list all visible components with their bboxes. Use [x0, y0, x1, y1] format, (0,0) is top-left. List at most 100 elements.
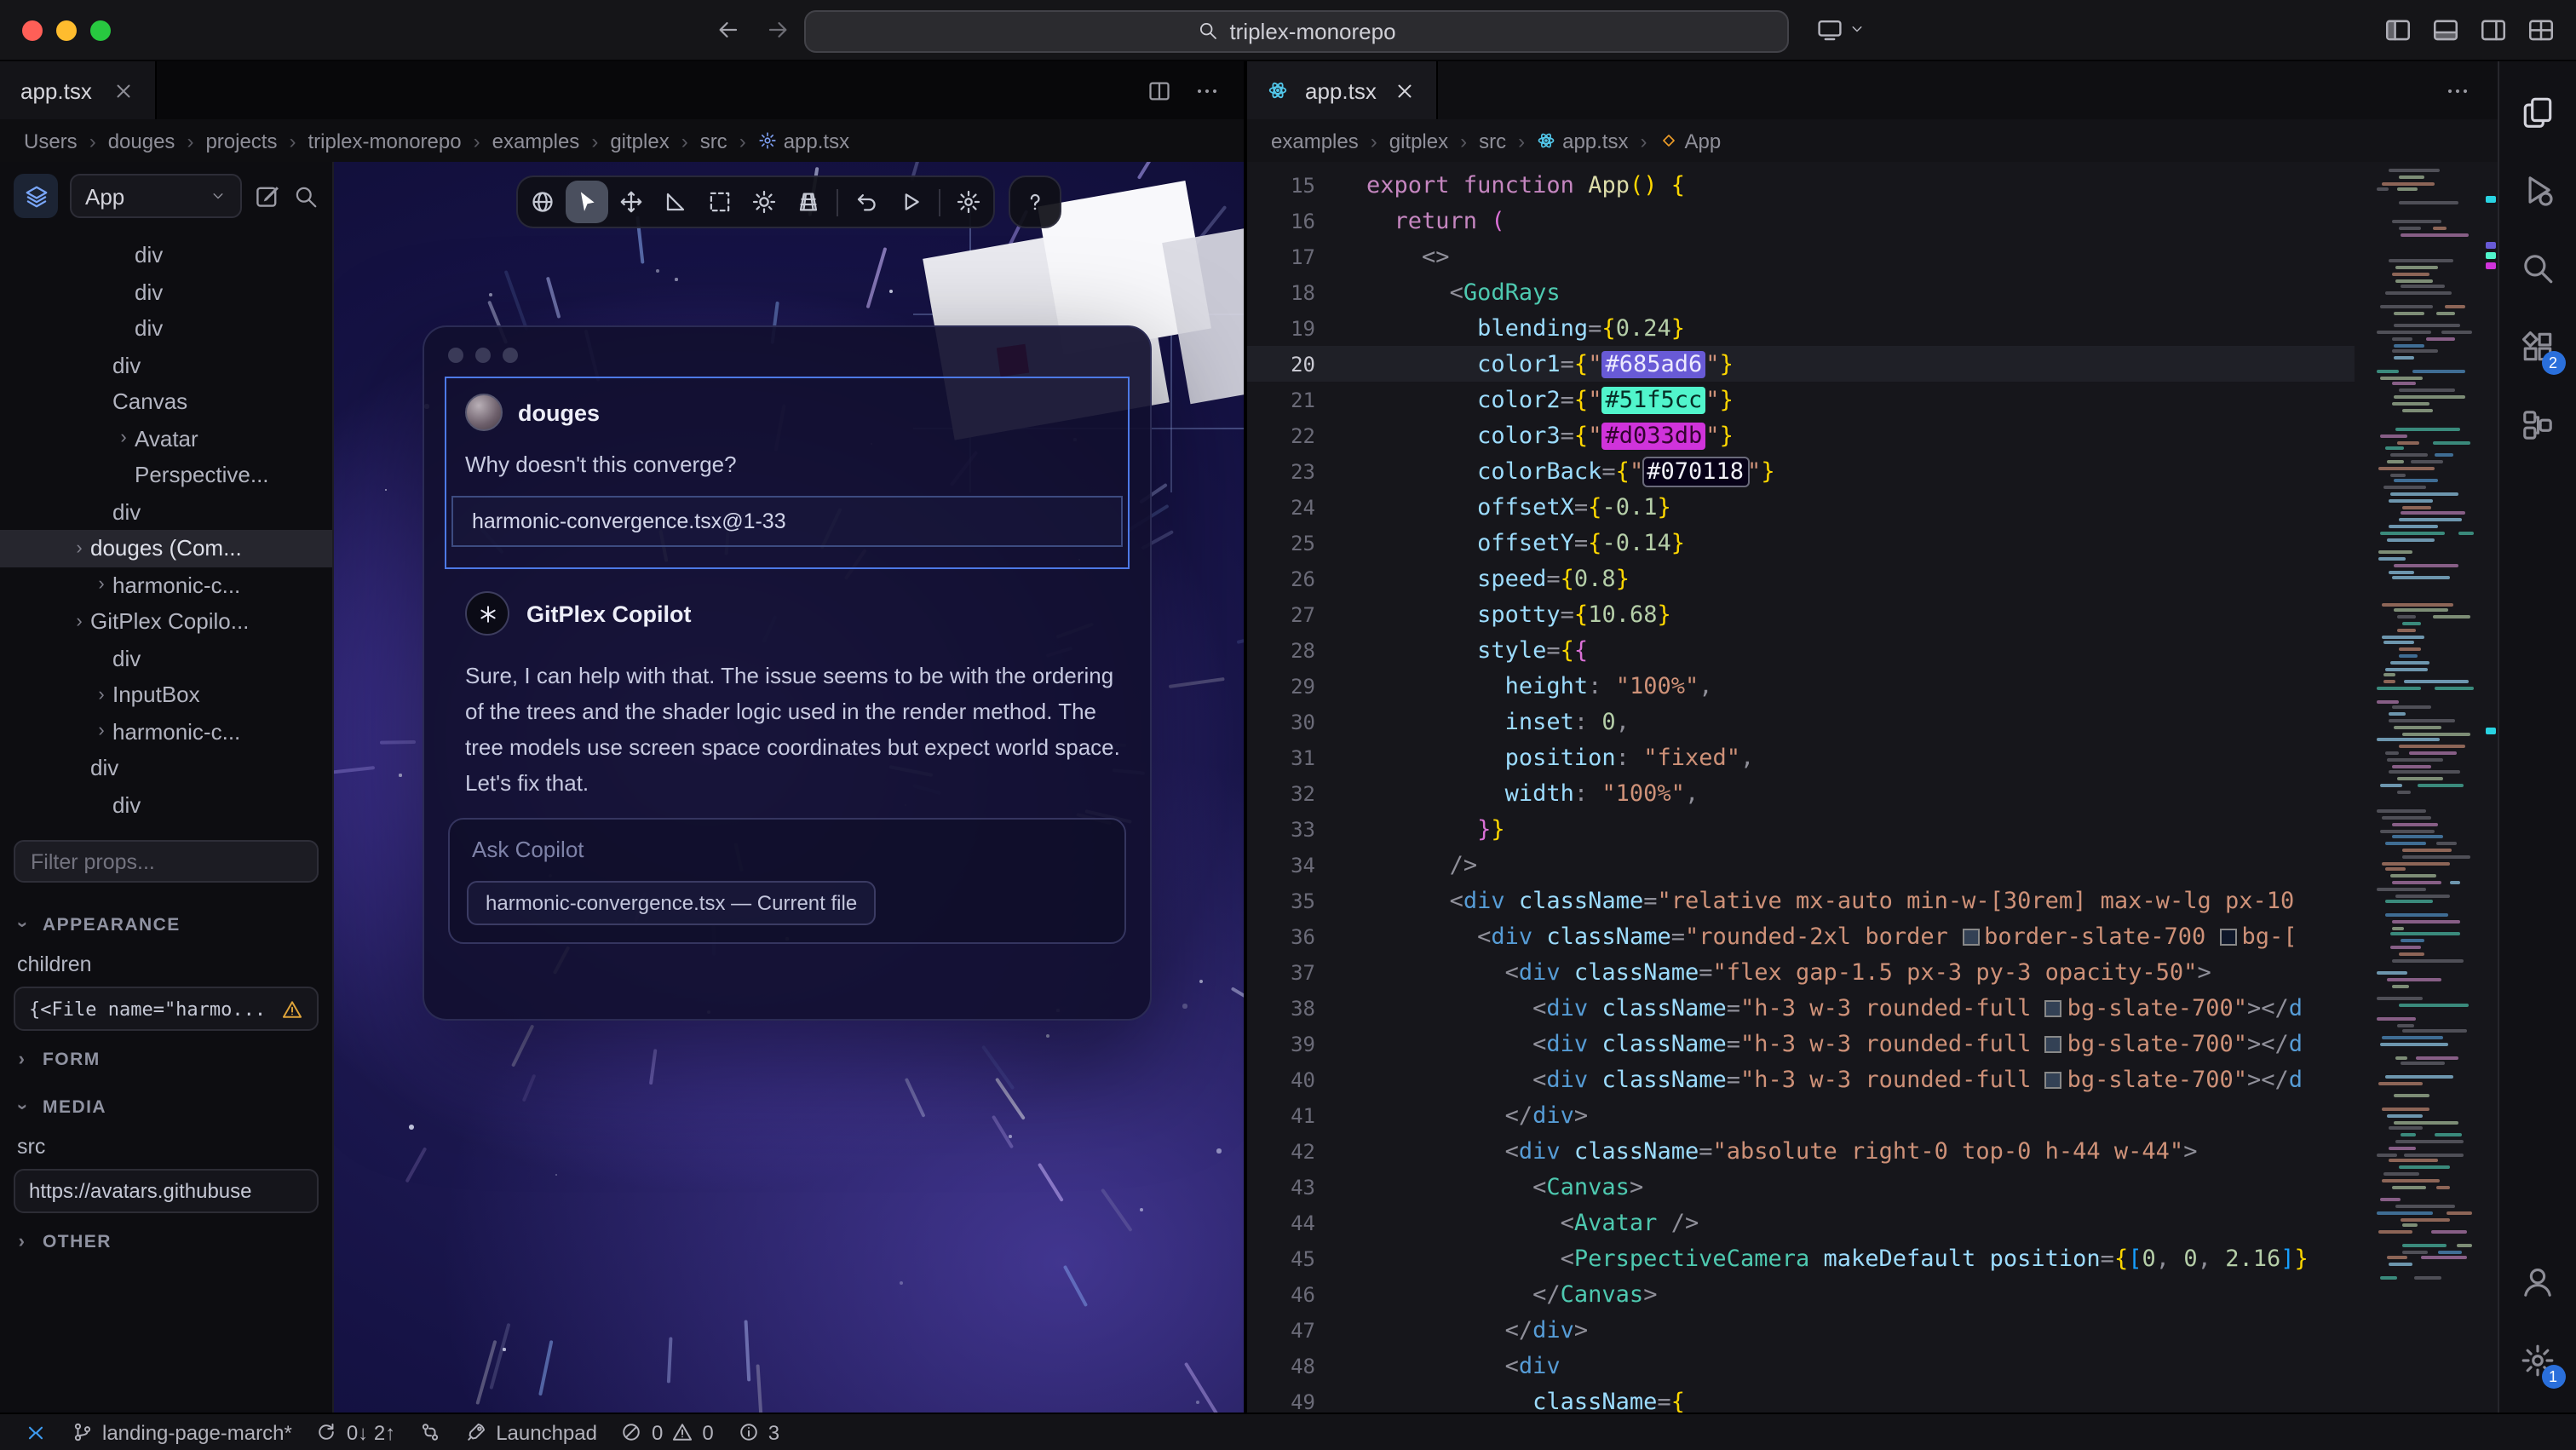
section-header-other[interactable]: ›OTHER	[14, 1220, 319, 1263]
tab-app-tsx[interactable]: app.tsx	[1247, 61, 1438, 119]
code-line-20[interactable]: 20 color1={"#685ad6"}	[1247, 346, 2355, 382]
light-tool-button[interactable]	[743, 181, 785, 223]
section-header-media[interactable]: ›MEDIA	[14, 1085, 319, 1128]
split-editor-icon[interactable]	[1147, 78, 1172, 103]
tree-item-div[interactable]: div	[0, 493, 332, 530]
section-header-appearance[interactable]: ›APPEARANCE	[14, 903, 319, 946]
code-line-17[interactable]: 17 <>	[1247, 239, 2355, 274]
tree-item-perspective-[interactable]: Perspective...	[0, 457, 332, 493]
copilot-input[interactable]: Ask Copilot harmonic-convergence.tsx — C…	[448, 818, 1126, 944]
code-line-43[interactable]: 43 <Canvas>	[1247, 1169, 2355, 1205]
references-activity-button[interactable]	[2500, 385, 2575, 463]
sync-indicator[interactable]: 0↓ 2↑	[306, 1414, 405, 1450]
breadcrumb-item[interactable]: triplex-monorepo	[308, 129, 462, 152]
tree-item-canvas[interactable]: Canvas	[0, 383, 332, 420]
breadcrumb-item[interactable]: examples	[1271, 129, 1359, 152]
tree-item-div[interactable]: div	[0, 786, 332, 823]
info-indicator[interactable]: 3	[727, 1414, 790, 1450]
compare-indicator[interactable]	[409, 1414, 451, 1450]
play-button[interactable]	[889, 181, 932, 223]
current-file-chip[interactable]: harmonic-convergence.tsx — Current file	[467, 881, 876, 925]
forward-icon[interactable]	[765, 17, 791, 43]
layers-button[interactable]	[14, 174, 58, 218]
section-header-form[interactable]: ›FORM	[14, 1038, 319, 1080]
code-line-24[interactable]: 24 offsetX={-0.1}	[1247, 489, 2355, 525]
toggle-panel-icon[interactable]	[2431, 15, 2460, 44]
close-icon[interactable]	[112, 79, 135, 101]
code-line-25[interactable]: 25 offsetY={-0.14}	[1247, 525, 2355, 561]
code-line-42[interactable]: 42 <div className="absolute right-0 top-…	[1247, 1133, 2355, 1169]
search-icon[interactable]	[293, 183, 319, 209]
code-editor[interactable]: 15export function App() {16 return (17 <…	[1247, 162, 2498, 1413]
cursor-tool-button[interactable]	[566, 181, 608, 223]
code-line-41[interactable]: 41 </div>	[1247, 1097, 2355, 1133]
tree-item-div[interactable]: div	[0, 640, 332, 676]
more-actions-icon[interactable]	[1194, 78, 1220, 103]
code-line-47[interactable]: 47 </div>	[1247, 1312, 2355, 1348]
more-actions-icon[interactable]	[2445, 78, 2470, 103]
code-line-49[interactable]: 49 className={	[1247, 1384, 2355, 1413]
code-line-31[interactable]: 31 position: "fixed",	[1247, 739, 2355, 775]
gear-button[interactable]	[947, 181, 990, 223]
tree-item-harmonic-c-[interactable]: ›harmonic-c...	[0, 567, 332, 603]
code-line-18[interactable]: 18 <GodRays	[1247, 274, 2355, 310]
code-line-45[interactable]: 45 <PerspectiveCamera makeDefault positi…	[1247, 1240, 2355, 1276]
breadcrumb-item[interactable]: src	[1479, 129, 1506, 152]
explorer-activity-button[interactable]	[2500, 72, 2575, 150]
breadcrumb-item[interactable]: gitplex	[610, 129, 669, 152]
code-line-44[interactable]: 44 <Avatar />	[1247, 1205, 2355, 1240]
code-line-39[interactable]: 39 <div className="h-3 w-3 rounded-full …	[1247, 1026, 2355, 1062]
toggle-primary-sidebar-icon[interactable]	[2383, 15, 2412, 44]
code-line-19[interactable]: 19 blending={0.24}	[1247, 310, 2355, 346]
scene-viewport[interactable]: douges Why doesn't this converge? harmon…	[334, 162, 1244, 1413]
tree-item-inputbox[interactable]: ›InputBox	[0, 676, 332, 713]
tree-item-douges-com-[interactable]: ›douges (Com...	[0, 530, 332, 567]
copilot-menu[interactable]	[1816, 15, 1866, 43]
tree-item-harmonic-c-[interactable]: ›harmonic-c...	[0, 713, 332, 750]
scene-select[interactable]: App	[70, 174, 242, 218]
scale-tool-button[interactable]	[654, 181, 697, 223]
tree-item-div[interactable]: div	[0, 273, 332, 310]
code-line-37[interactable]: 37 <div className="flex gap-1.5 px-3 py-…	[1247, 954, 2355, 990]
breadcrumb-item[interactable]: douges	[108, 129, 175, 152]
help-button[interactable]	[1014, 181, 1056, 223]
close-icon[interactable]	[1394, 79, 1416, 101]
breadcrumb-item[interactable]: projects	[205, 129, 277, 152]
close-window-button[interactable]	[22, 20, 43, 40]
toggle-secondary-sidebar-icon[interactable]	[2479, 15, 2508, 44]
undo-button[interactable]	[845, 181, 888, 223]
tree-item-div[interactable]: div	[0, 750, 332, 786]
plane-mesh[interactable]	[1162, 227, 1244, 405]
minimize-window-button[interactable]	[56, 20, 77, 40]
code-line-29[interactable]: 29 height: "100%",	[1247, 668, 2355, 704]
code-line-28[interactable]: 28 style={{	[1247, 632, 2355, 668]
settings-gear-activity-button[interactable]: 1	[2500, 1321, 2575, 1399]
code-line-23[interactable]: 23 colorBack={"#070118"}	[1247, 453, 2355, 489]
code-line-16[interactable]: 16 return (	[1247, 203, 2355, 239]
globe-tool-button[interactable]	[521, 181, 564, 223]
code-line-22[interactable]: 22 color3={"#d033db"}	[1247, 417, 2355, 453]
field-input-children[interactable]: {<File name="harmo...	[14, 987, 319, 1031]
field-input-src[interactable]: https://avatars.githubuse	[14, 1169, 319, 1213]
breadcrumb-item[interactable]: examples	[492, 129, 580, 152]
command-center-search[interactable]: triplex-monorepo	[804, 9, 1789, 52]
account-activity-button[interactable]	[2500, 1242, 2575, 1321]
customize-layout-icon[interactable]	[2527, 15, 2556, 44]
filter-props-input[interactable]	[14, 840, 319, 883]
code-line-46[interactable]: 46 </Canvas>	[1247, 1276, 2355, 1312]
code-line-34[interactable]: 34 />	[1247, 847, 2355, 883]
breadcrumb-item[interactable]: app.tsx	[1537, 129, 1628, 152]
code-line-15[interactable]: 15export function App() {	[1247, 167, 2355, 203]
run-debug-activity-button[interactable]	[2500, 150, 2575, 228]
code-line-38[interactable]: 38 <div className="h-3 w-3 rounded-full …	[1247, 990, 2355, 1026]
minimap[interactable]	[2372, 162, 2484, 1413]
branch-indicator[interactable]: landing-page-march*	[61, 1414, 302, 1450]
code-line-40[interactable]: 40 <div className="h-3 w-3 rounded-full …	[1247, 1062, 2355, 1097]
breadcrumb-item[interactable]: App	[1659, 129, 1722, 152]
code-line-27[interactable]: 27 spotty={10.68}	[1247, 596, 2355, 632]
code-line-48[interactable]: 48 <div	[1247, 1348, 2355, 1384]
search-activity-button[interactable]	[2500, 228, 2575, 307]
back-icon[interactable]	[716, 17, 741, 43]
code-line-33[interactable]: 33 }}	[1247, 811, 2355, 847]
tab-app-tsx[interactable]: app.tsx	[0, 61, 157, 119]
